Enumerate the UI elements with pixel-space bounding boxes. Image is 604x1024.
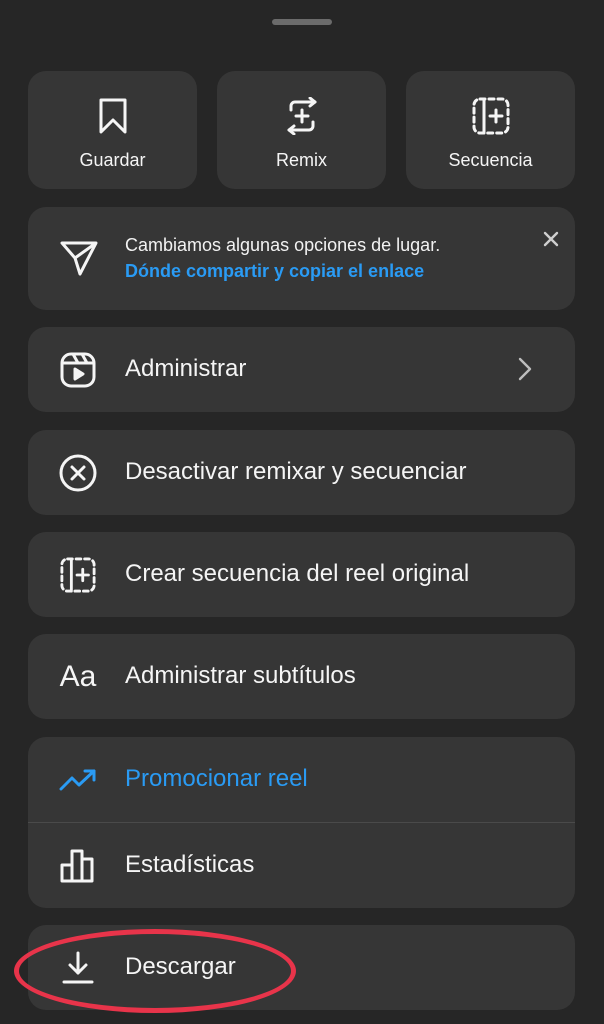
- remix-icon: [283, 97, 321, 135]
- download-icon: [58, 949, 98, 987]
- trending-up-icon: [58, 761, 98, 799]
- stats-row[interactable]: Estadísticas: [28, 823, 575, 908]
- stats-label: Estadísticas: [125, 851, 255, 878]
- bar-chart-icon: [58, 847, 98, 885]
- remix-label: Remix: [275, 150, 327, 170]
- chevron-right-icon: [518, 357, 532, 386]
- sequence-button[interactable]: Secuencia: [406, 71, 575, 189]
- notice-link[interactable]: Dónde compartir y copiar el enlace: [125, 261, 424, 282]
- save-label: Guardar: [79, 150, 146, 170]
- manage-label: Administrar: [125, 355, 247, 382]
- promote-row[interactable]: Promocionar reel: [28, 737, 575, 822]
- save-button[interactable]: Guardar: [28, 71, 197, 189]
- create-sequence-row[interactable]: Crear secuencia del reel original: [28, 532, 575, 617]
- reels-icon: [58, 351, 98, 389]
- disable-remix-label: Desactivar remixar y secuenciar: [125, 458, 467, 485]
- send-icon: [60, 240, 98, 281]
- create-sequence-label: Crear secuencia del reel original: [125, 560, 470, 587]
- promote-label: Promocionar reel: [125, 765, 308, 792]
- circle-x-icon: [58, 454, 98, 492]
- manage-subtitles-label: Administrar subtítulos: [125, 662, 356, 689]
- download-row[interactable]: Descargar: [28, 925, 575, 1010]
- manage-row[interactable]: Administrar: [28, 327, 575, 412]
- bookmark-icon: [94, 97, 132, 135]
- info-notice: Cambiamos algunas opciones de lugar. Dón…: [28, 207, 575, 310]
- remix-button[interactable]: Remix: [217, 71, 386, 189]
- close-icon[interactable]: [540, 228, 562, 250]
- disable-remix-row[interactable]: Desactivar remixar y secuenciar: [28, 430, 575, 515]
- text-aa-glyph: Aa: [59, 660, 97, 693]
- notice-text: Cambiamos algunas opciones de lugar.: [125, 235, 441, 255]
- download-label: Descargar: [125, 953, 236, 980]
- drag-handle[interactable]: [272, 19, 332, 25]
- manage-subtitles-row[interactable]: Aa Administrar subtítulos: [28, 634, 575, 719]
- text-aa-icon: Aa: [58, 658, 98, 696]
- sequence-icon: [472, 97, 510, 135]
- sequence-icon: [58, 556, 98, 594]
- sequence-label: Secuencia: [448, 150, 533, 170]
